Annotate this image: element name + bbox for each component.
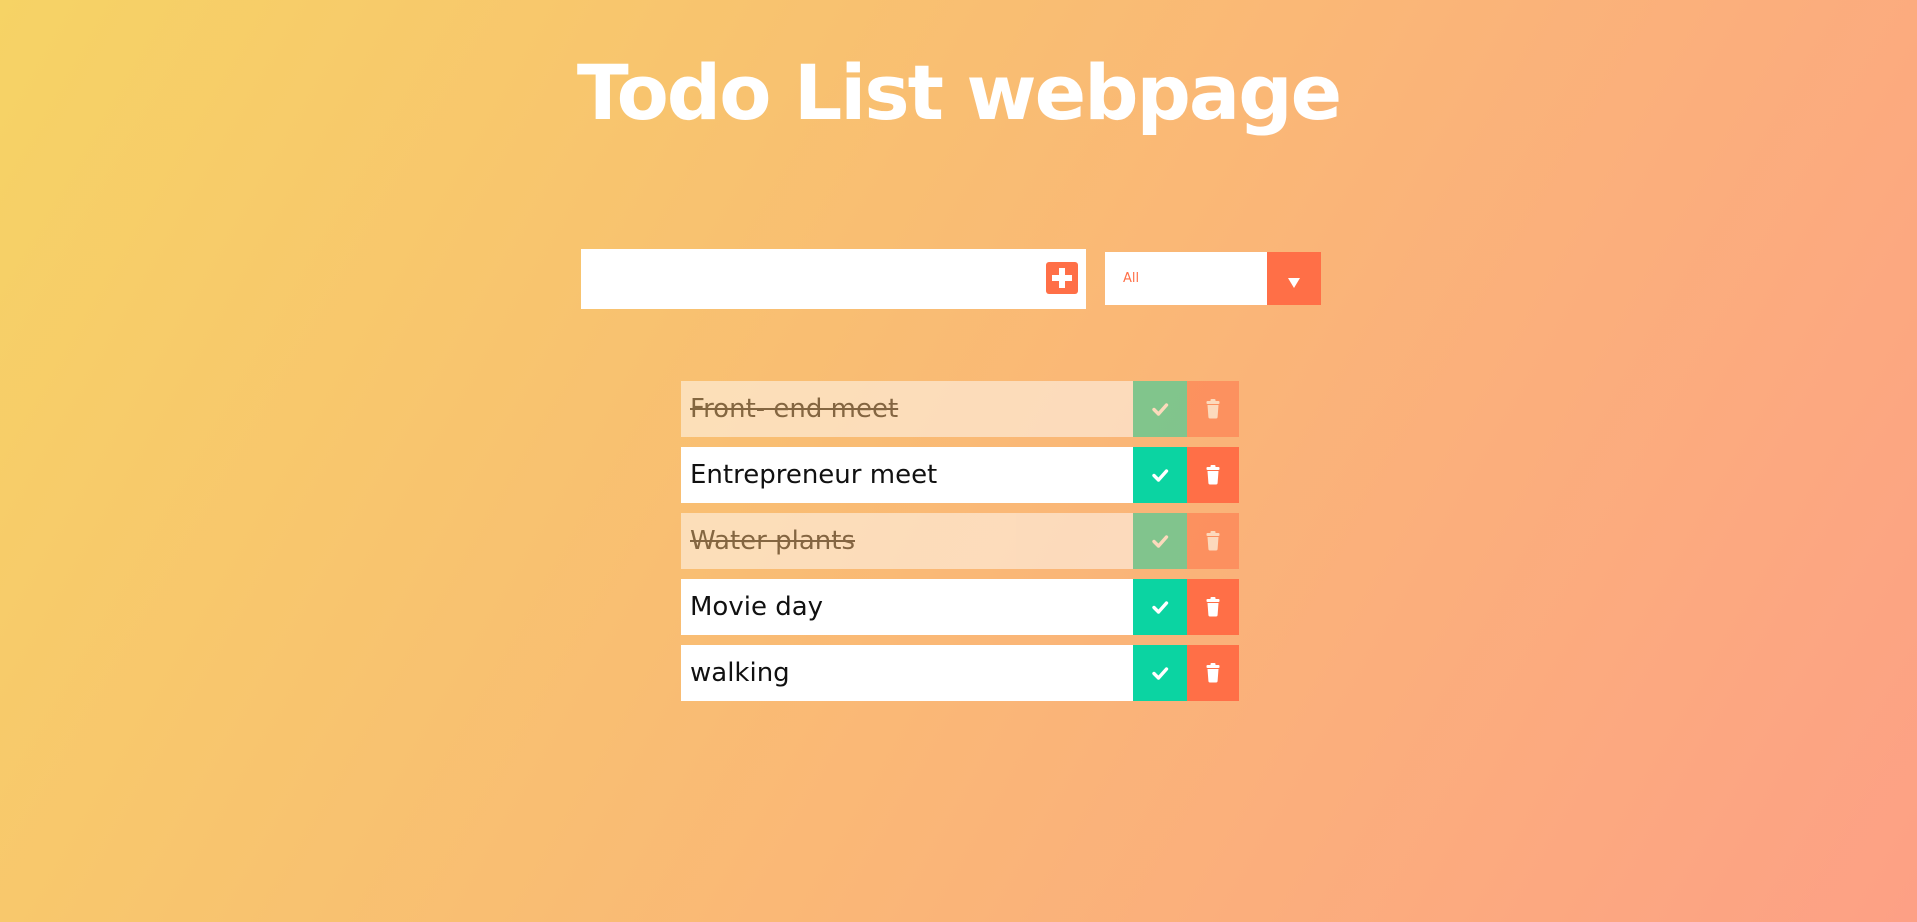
todo-text: Front- end meet: [690, 394, 899, 424]
delete-button[interactable]: [1187, 513, 1239, 569]
todo-input-container: [581, 249, 1086, 309]
trash-icon: [1206, 399, 1220, 419]
delete-button[interactable]: [1187, 447, 1239, 503]
todo-text: walking: [690, 658, 790, 688]
complete-button[interactable]: [1133, 645, 1187, 701]
filter-dropdown-toggle[interactable]: [1267, 252, 1321, 305]
delete-button[interactable]: [1187, 381, 1239, 437]
delete-button[interactable]: [1187, 579, 1239, 635]
plus-square-icon: [1052, 268, 1072, 288]
trash-icon: [1206, 597, 1220, 617]
check-icon: [1152, 667, 1169, 680]
todo-item: Water plants: [681, 513, 1239, 569]
todo-text: Entrepreneur meet: [690, 460, 938, 490]
filter-select[interactable]: All: [1105, 252, 1321, 305]
add-todo-button[interactable]: [1046, 262, 1078, 294]
check-icon: [1152, 403, 1169, 416]
todo-item: walking: [681, 645, 1239, 701]
todo-list: Front- end meet Entrepreneur meet Water pl…: [681, 381, 1239, 711]
complete-button[interactable]: [1133, 381, 1187, 437]
check-icon: [1152, 601, 1169, 614]
todo-form: All: [581, 249, 1321, 309]
filter-selected-value: All: [1123, 271, 1140, 286]
complete-button[interactable]: [1133, 513, 1187, 569]
todo-input[interactable]: [581, 249, 1036, 309]
todo-item: Movie day: [681, 579, 1239, 635]
complete-button[interactable]: [1133, 579, 1187, 635]
complete-button[interactable]: [1133, 447, 1187, 503]
caret-down-icon: [1288, 278, 1300, 288]
todo-text: Movie day: [690, 592, 824, 622]
check-icon: [1152, 535, 1169, 548]
todo-item: Entrepreneur meet: [681, 447, 1239, 503]
trash-icon: [1206, 465, 1220, 485]
trash-icon: [1206, 663, 1220, 683]
page-title: Todo List webpage: [576, 48, 1342, 137]
todo-item: Front- end meet: [681, 381, 1239, 437]
todo-text: Water plants: [690, 526, 856, 556]
trash-icon: [1206, 531, 1220, 551]
delete-button[interactable]: [1187, 645, 1239, 701]
check-icon: [1152, 469, 1169, 482]
